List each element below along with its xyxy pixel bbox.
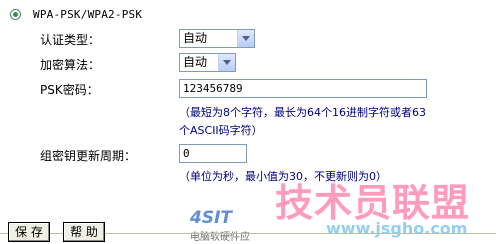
wpa-psk-mode-label: WPA-PSK/WPA2-PSK <box>33 7 143 21</box>
auth-type-select[interactable]: 自动 <box>179 29 255 48</box>
psk-hint-line1: （最短为8个字符，最长为64个16进制字符或者63 <box>179 106 426 119</box>
psk-hint-line2: 个ASCII码字符） <box>179 124 263 137</box>
wpa-psk-radio-row[interactable]: WPA-PSK/WPA2-PSK <box>10 4 142 24</box>
chevron-down-icon[interactable] <box>237 30 254 47</box>
encryption-value: 自动 <box>183 55 208 69</box>
auth-type-label: 认证类型： <box>40 33 101 47</box>
watermark-url: www.jsgho.com <box>326 219 468 238</box>
save-button[interactable]: 保 存 <box>8 222 50 242</box>
encryption-label: 加密算法： <box>40 58 101 72</box>
wpa-psk-radio[interactable] <box>10 8 21 20</box>
psk-label: PSK密码： <box>40 83 99 97</box>
watermark-logo: 4SIT <box>190 208 232 228</box>
group-key-label: 组密钥更新周期： <box>40 149 137 163</box>
chevron-down-icon[interactable] <box>218 54 235 71</box>
auth-type-value: 自动 <box>183 31 208 45</box>
psk-input[interactable]: 123456789 <box>179 79 427 98</box>
group-key-input[interactable]: 0 <box>179 144 247 163</box>
watermark-sub: 电脑软硬件应 <box>190 232 250 243</box>
encryption-select[interactable]: 自动 <box>179 53 236 72</box>
help-button[interactable]: 帮 助 <box>63 222 105 242</box>
